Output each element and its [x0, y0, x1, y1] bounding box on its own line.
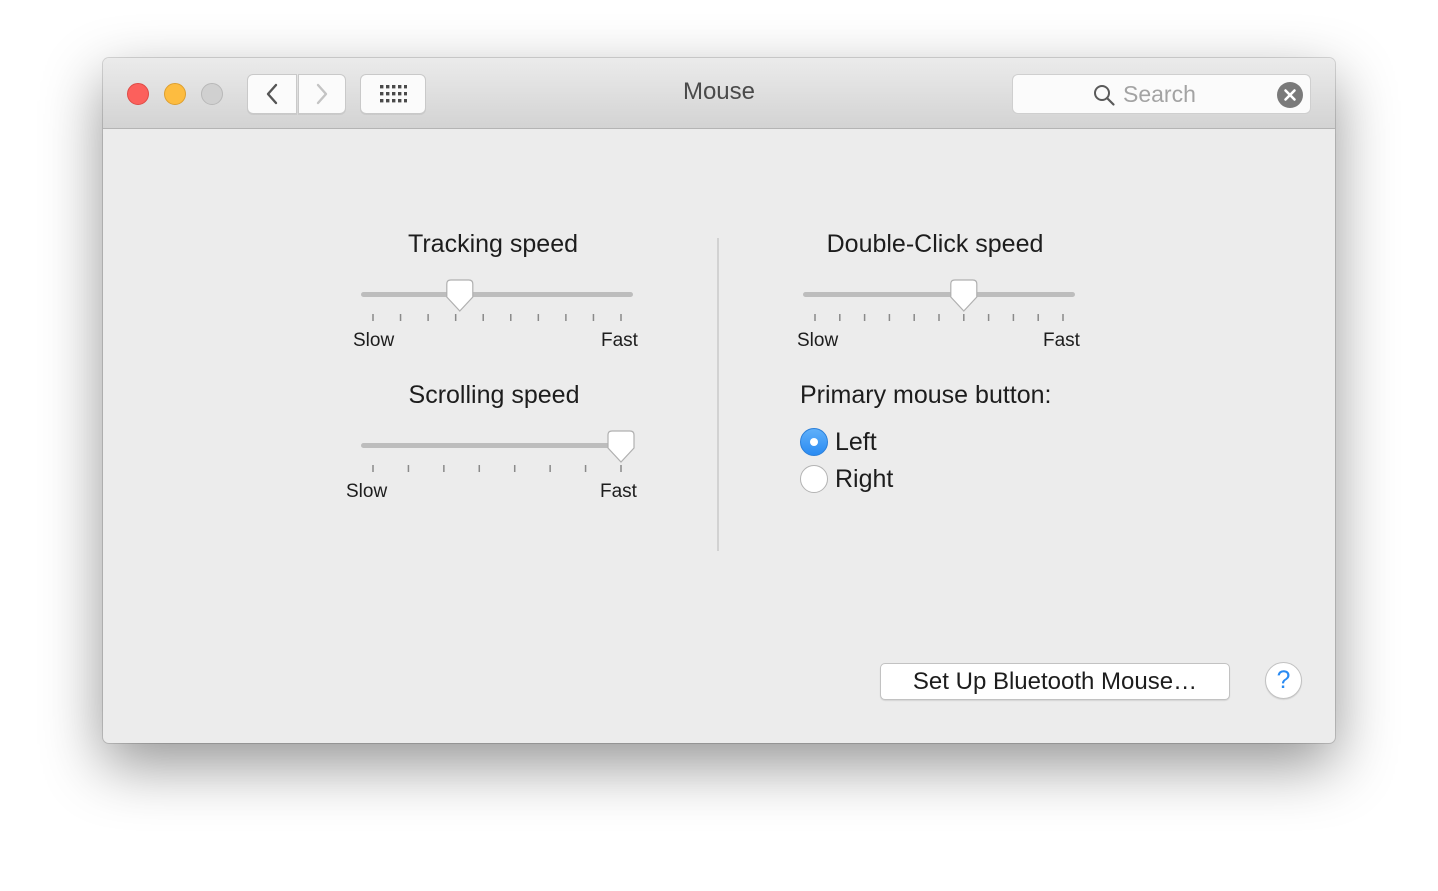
minimize-window-button[interactable]: [164, 83, 186, 105]
forward-button[interactable]: [298, 74, 346, 114]
search-field[interactable]: [1012, 74, 1311, 114]
scrolling-fast-label: Fast: [600, 481, 637, 502]
radio-left[interactable]: Left: [800, 426, 877, 458]
double-click-speed-label: Double-Click speed: [826, 230, 1044, 258]
slider-track: [361, 443, 633, 448]
radio-right-button[interactable]: [800, 465, 828, 493]
primary-mouse-button-label: Primary mouse button:: [800, 381, 1052, 409]
mouse-preferences-window: Mouse Tracking speed Slow Fast Scrolling…: [103, 58, 1335, 743]
slider-graphic: [361, 279, 633, 321]
slider-graphic: [803, 279, 1075, 321]
search-icon: [1094, 85, 1115, 106]
slider-graphic: [361, 430, 635, 472]
scrolling-slow-label: Slow: [346, 481, 388, 502]
scrolling-speed-slider[interactable]: [361, 430, 635, 493]
slider-knob[interactable]: [950, 279, 978, 312]
search-clear-button[interactable]: [1277, 82, 1303, 108]
tracking-fast-label: Fast: [601, 330, 638, 351]
tracking-slow-label: Slow: [353, 330, 395, 351]
tracking-speed-label: Tracking speed: [408, 230, 578, 258]
show-all-grid-icon: [380, 85, 407, 103]
tracking-speed-slider[interactable]: [361, 279, 633, 342]
radio-left-label: Left: [835, 427, 877, 456]
set-up-bluetooth-mouse-button[interactable]: Set Up Bluetooth Mouse…: [880, 663, 1230, 700]
double-click-slow-label: Slow: [797, 330, 839, 351]
clear-x-icon: [1284, 89, 1296, 101]
chevron-right-icon: [316, 83, 328, 105]
slider-track: [803, 292, 1075, 297]
radio-right[interactable]: Right: [800, 463, 893, 495]
chevron-left-icon: [266, 83, 278, 105]
search-input[interactable]: [1123, 78, 1273, 110]
title-bar: Mouse: [103, 58, 1335, 129]
scrolling-speed-label: Scrolling speed: [408, 381, 580, 409]
double-click-speed-slider[interactable]: [803, 279, 1075, 342]
zoom-window-button[interactable]: [201, 83, 223, 105]
back-button[interactable]: [247, 74, 297, 114]
help-button[interactable]: ?: [1265, 662, 1302, 699]
slider-knob[interactable]: [446, 279, 474, 312]
slider-knob[interactable]: [607, 430, 635, 463]
slider-track: [361, 292, 633, 297]
close-window-button[interactable]: [127, 83, 149, 105]
radio-left-button[interactable]: [800, 428, 828, 456]
double-click-fast-label: Fast: [1043, 330, 1080, 351]
show-all-button[interactable]: [360, 74, 426, 114]
radio-right-label: Right: [835, 464, 894, 493]
column-divider: [717, 238, 719, 551]
